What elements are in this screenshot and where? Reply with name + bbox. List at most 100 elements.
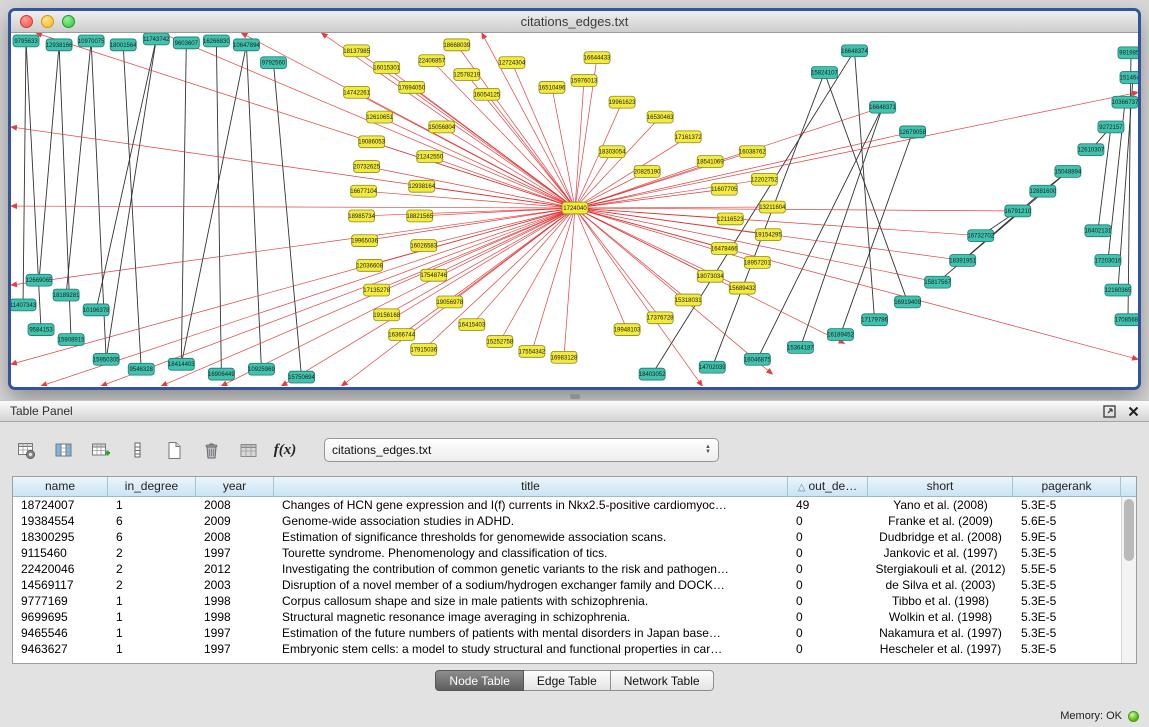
graph-node[interactable]: 17915036 [410,343,437,355]
graph-node[interactable]: 17135278 [363,284,390,296]
table-row[interactable]: 977716911998Corpus callosum shape and si… [13,593,1121,609]
graph-node[interactable]: 12202752 [751,173,778,185]
close-window-button[interactable] [20,15,33,28]
graph-node[interactable]: 18541069 [697,156,724,168]
table-row[interactable]: 1456911722003Disruption of a novel membe… [13,577,1121,593]
column-header[interactable]: in_degree [108,477,196,497]
graph-node[interactable]: 15252758 [487,336,514,348]
graph-node[interactable]: 10970075 [78,35,105,47]
graph-node[interactable]: 19056978 [436,296,463,308]
graph-node[interactable]: 19961623 [609,96,636,108]
graph-node[interactable]: 9603607 [173,37,199,49]
graph-node[interactable]: 12578219 [453,69,480,81]
graph-node[interactable]: 15048894 [1055,165,1082,177]
column-header[interactable]: title [274,477,788,497]
table-selector[interactable]: citations_edges.txt ▲▼ [324,438,719,462]
graph-node[interactable]: 10647894 [233,39,260,51]
graph-node[interactable]: 18668039 [443,39,470,51]
graph-node[interactable]: 10925969 [248,363,275,375]
graph-node[interactable]: 9792560 [260,57,286,69]
graph-node[interactable]: 16644433 [584,52,611,64]
column-header[interactable]: pagerank [1013,477,1121,497]
table-settings-icon[interactable] [12,436,40,464]
graph-node[interactable]: 18957201 [744,256,771,268]
graph-node[interactable]: 16677104 [350,185,377,197]
graph-node[interactable]: 15146457 [1120,72,1138,84]
graph-node[interactable]: 12938164 [408,180,435,192]
graph-node[interactable]: 17161372 [675,131,702,143]
graph-node[interactable]: 15750694 [288,371,315,383]
graph-node[interactable]: 20825190 [634,165,661,177]
table-row[interactable]: 911546021997Tourette syndrome. Phenomeno… [13,545,1121,561]
table-row[interactable]: 2242004622012Investigating the contribut… [13,561,1121,577]
graph-node[interactable]: 15689432 [729,282,756,294]
graph-node[interactable]: 18137985 [343,45,370,57]
graph-node[interactable]: 18073034 [697,270,724,282]
graph-node[interactable]: 11407343 [11,299,37,311]
column-header[interactable]: short [868,477,1013,497]
graph-node[interactable]: 12669065 [26,274,53,286]
graph-node[interactable]: 16919409 [894,296,921,308]
graph-node[interactable]: 12938166 [46,39,73,51]
graph-node[interactable]: 9819852 [1118,47,1138,59]
graph-node[interactable]: 17376728 [647,312,674,324]
table-row[interactable]: 1830029562008Estimation of significance … [13,529,1121,545]
graph-node[interactable]: 16648371 [869,101,896,113]
split-handle[interactable] [0,392,1149,400]
graph-node[interactable]: 17085681 [1115,314,1138,326]
graph-node[interactable]: 22406857 [418,55,445,67]
graph-node[interactable]: 16402131 [1085,225,1112,237]
graph-node[interactable]: 18303054 [599,146,626,158]
new-column-icon[interactable] [86,436,114,464]
graph-node[interactable]: 10366737 [1112,96,1138,108]
graph-node[interactable]: 15817567 [924,276,951,288]
graph-node[interactable]: 16054125 [473,88,500,100]
graph-node[interactable]: 12881600 [1029,185,1056,197]
row-height-icon[interactable] [123,436,151,464]
graph-node[interactable]: 15056804 [428,121,455,133]
graph-node[interactable]: 17554342 [519,345,546,357]
column-header[interactable]: year [196,477,274,497]
graph-node[interactable]: 9272157 [1098,121,1124,133]
tab-edge-table[interactable]: Edge Table [524,670,611,691]
graph-node[interactable]: 16038762 [739,146,766,158]
graph-node[interactable]: 14742261 [343,86,370,98]
graph-node[interactable]: 16026583 [410,240,437,252]
network-canvas[interactable]: 1724040181379851601530117694050224068571… [11,33,1138,386]
graph-node[interactable]: 18414403 [168,358,195,370]
graph-node[interactable]: 18391951 [949,254,976,266]
graph-node[interactable]: 18189281 [53,289,80,301]
graph-node[interactable]: 18821565 [406,210,433,222]
graph-node[interactable]: 17548746 [420,269,447,281]
graph-node[interactable]: 11743742 [143,33,170,45]
graph-node[interactable]: 16983128 [551,351,578,363]
graph-node[interactable]: 15950305 [93,353,120,365]
graph-node[interactable]: 12036608 [356,259,383,271]
graph-node[interactable]: 16015301 [373,62,400,74]
float-panel-icon[interactable] [1103,405,1116,418]
graph-node[interactable]: 16046875 [744,353,771,365]
graph-node[interactable]: 15908915 [58,334,85,346]
tab-network-table[interactable]: Network Table [611,670,714,691]
graph-node[interactable]: 15318031 [675,294,702,306]
scrollbar-thumb[interactable] [1124,499,1134,561]
graph-node[interactable]: 18001564 [110,39,137,51]
table-row[interactable]: 946554611997Estimation of the future num… [13,625,1121,641]
graph-node[interactable]: 16732702 [967,230,994,242]
graph-node[interactable]: 18985734 [348,210,375,222]
graph-node[interactable]: 16366744 [388,329,415,341]
delete-icon[interactable] [197,436,225,464]
graph-node[interactable]: 16478466 [711,243,738,255]
graph-node[interactable]: 19156168 [373,309,400,321]
graph-node[interactable]: 12116523 [717,213,744,225]
zoom-window-button[interactable] [62,15,75,28]
table-row[interactable]: 1938455462009Genome-wide association stu… [13,513,1121,529]
graph-node[interactable]: 15364187 [787,342,814,354]
network-graph[interactable]: 1724040181379851601530117694050224068571… [11,33,1138,386]
graph-node[interactable]: 17694050 [398,81,425,93]
graph-node[interactable]: 9584153 [28,324,54,336]
graph-node[interactable]: 19948103 [614,324,641,336]
graph-node[interactable]: 12679058 [899,126,926,138]
graph-node[interactable]: 16266830 [203,35,230,47]
graph-node[interactable]: 16791210 [1004,205,1031,217]
